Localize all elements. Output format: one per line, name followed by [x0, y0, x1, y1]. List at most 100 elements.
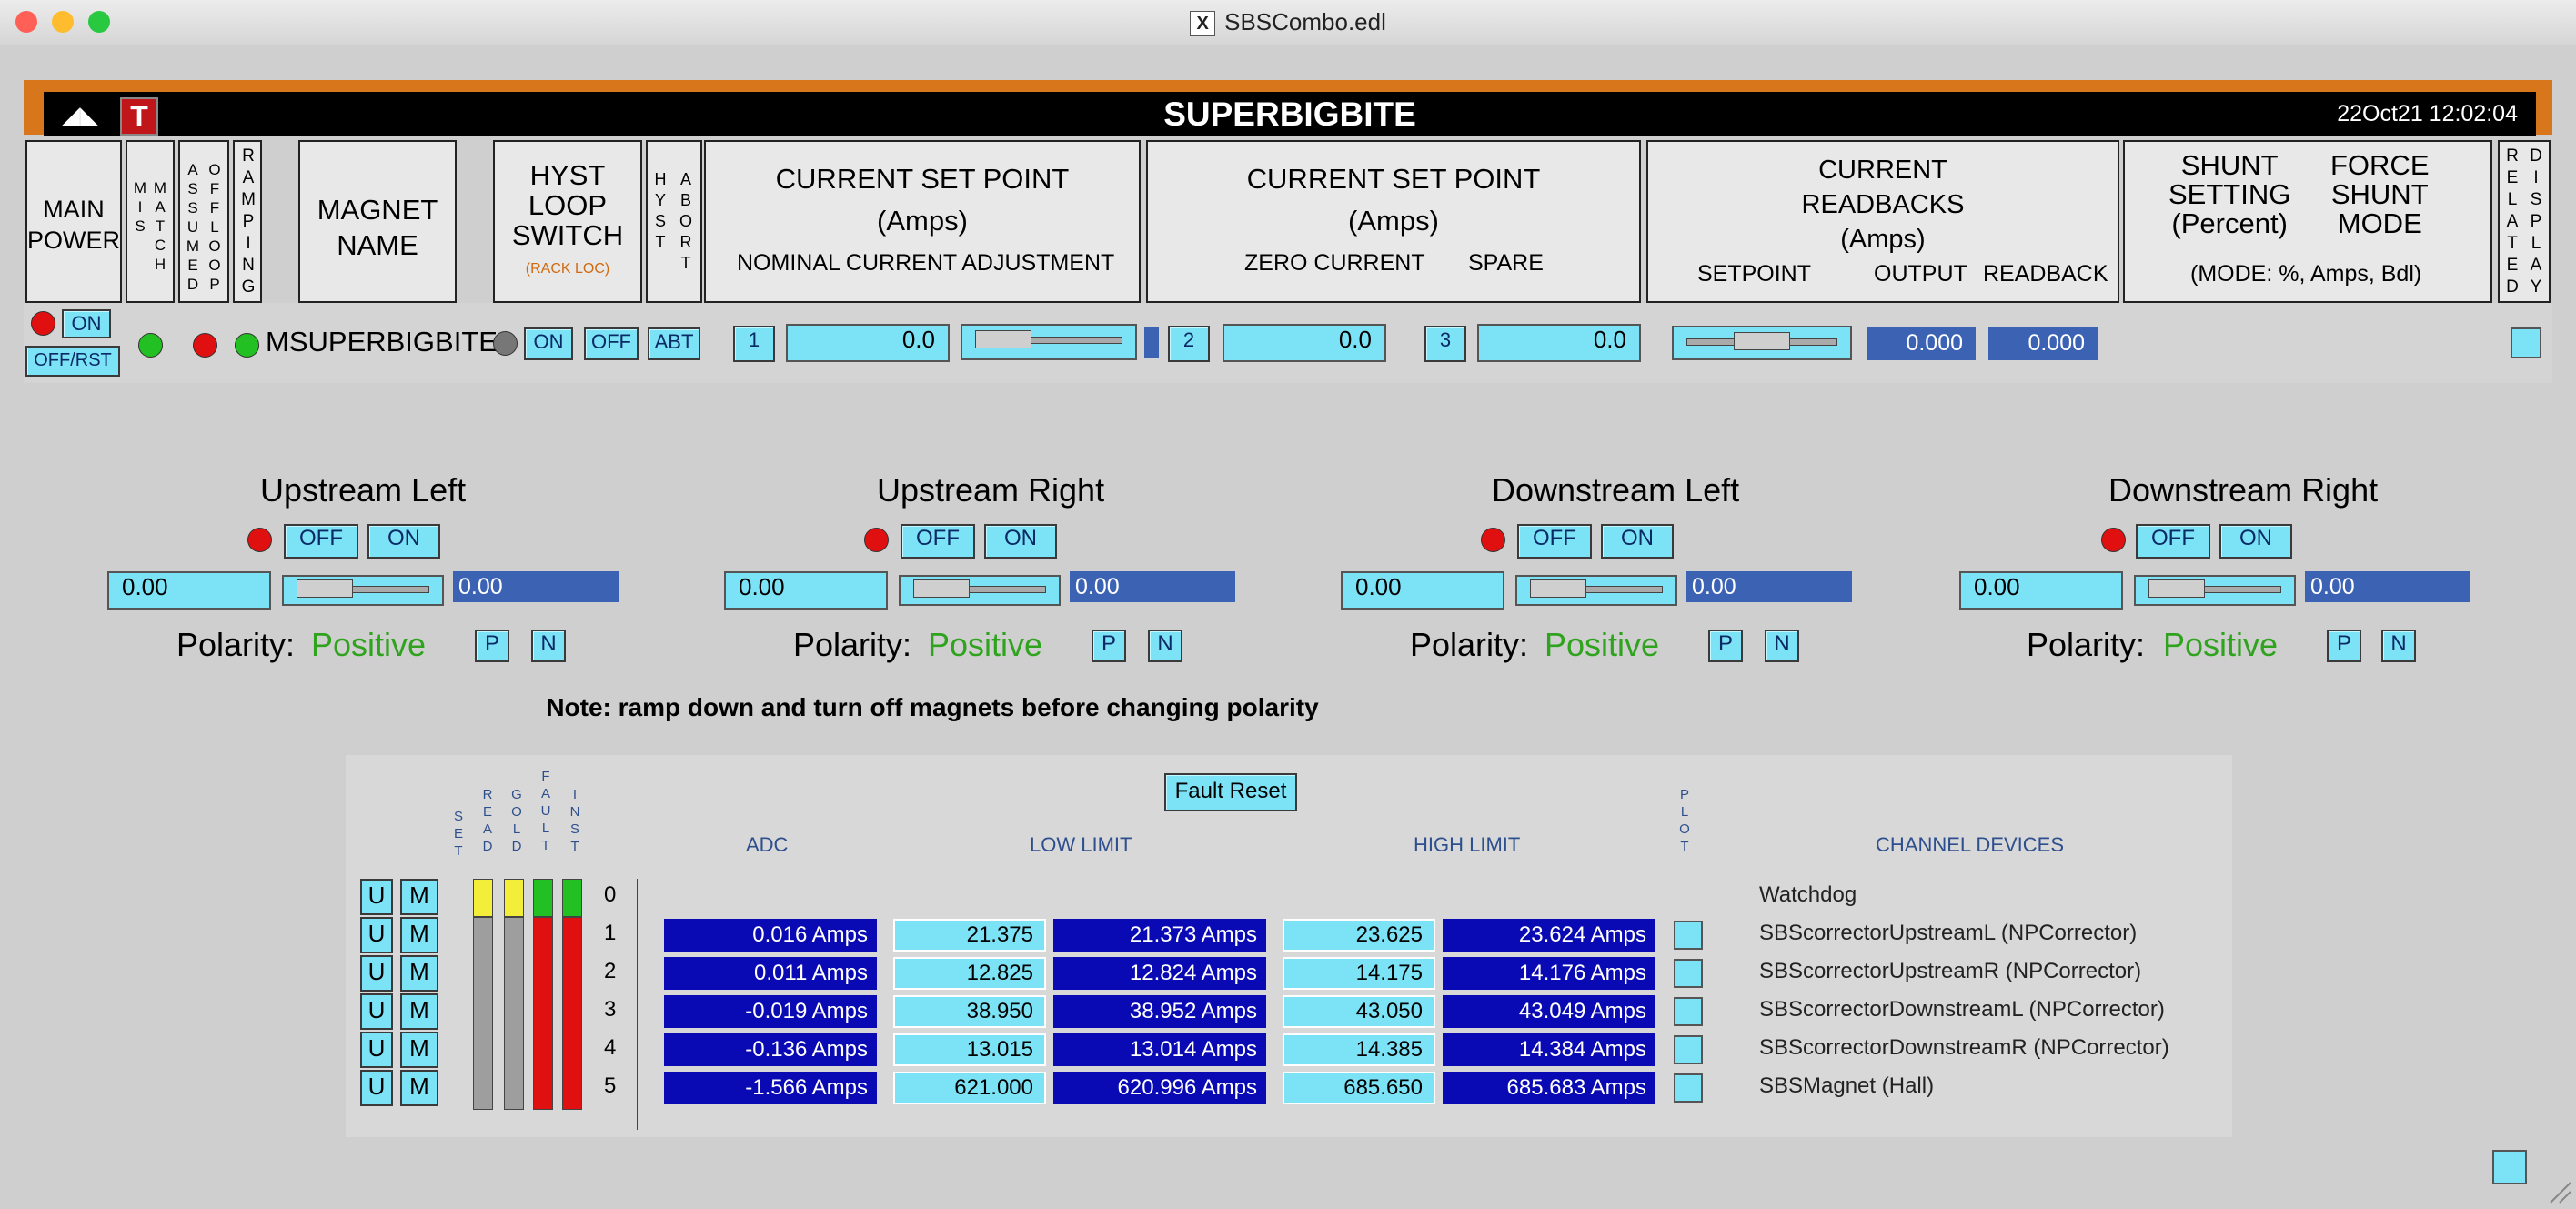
- resize-grip-icon[interactable]: [2547, 1179, 2572, 1204]
- low-limit-readback: 38.952 Amps: [1053, 995, 1266, 1028]
- low-limit-setpoint[interactable]: 38.950: [893, 995, 1046, 1028]
- col-fault: FAULT: [540, 769, 551, 853]
- polarity-label: Polarity:: [176, 626, 296, 663]
- magnet-setpoint-slider[interactable]: [2134, 575, 2296, 606]
- magnet-setpoint-field[interactable]: 0.00: [724, 571, 888, 610]
- low-limit-setpoint[interactable]: 21.375: [893, 919, 1046, 952]
- high-limit-setpoint[interactable]: 43.050: [1283, 995, 1435, 1028]
- high-limit-setpoint[interactable]: 23.625: [1283, 919, 1435, 952]
- polarity-negative-button[interactable]: N: [2381, 630, 2416, 662]
- m-button[interactable]: M: [400, 879, 438, 915]
- polarity-negative-button[interactable]: N: [1148, 630, 1182, 662]
- col-adc: ADC: [746, 833, 789, 856]
- fault-status-column: [533, 917, 553, 1110]
- main-power-led: [31, 311, 55, 336]
- magnet-status-led: [2101, 528, 2126, 552]
- spare-field[interactable]: 0.0: [1477, 324, 1641, 362]
- high-limit-readback: 43.049 Amps: [1443, 995, 1655, 1028]
- nominal-current-field[interactable]: 0.0: [786, 324, 950, 362]
- header-ramping: RAMPING: [233, 140, 262, 303]
- channel-device: Watchdog: [1759, 882, 1857, 907]
- magnet-readback: 0.00: [1686, 571, 1852, 602]
- m-button[interactable]: M: [400, 1032, 438, 1068]
- u-button[interactable]: U: [360, 993, 393, 1030]
- adc-readout: 0.011 Amps: [664, 957, 877, 990]
- magnet-status-led: [864, 528, 889, 552]
- u-button[interactable]: U: [360, 955, 393, 992]
- plot-checkbox[interactable]: [1674, 959, 1703, 988]
- magnet-readback: 0.00: [1070, 571, 1235, 602]
- read-status: [473, 879, 493, 917]
- u-button[interactable]: U: [360, 1070, 393, 1106]
- high-limit-readback: 14.176 Amps: [1443, 957, 1655, 990]
- plot-checkbox[interactable]: [1674, 997, 1703, 1026]
- output-readback: 0.000: [1867, 327, 1976, 360]
- magnet-title: Upstream Left: [260, 471, 467, 509]
- main-power-off-rst-button[interactable]: OFF/RST: [25, 346, 120, 377]
- magnet-on-button[interactable]: ON: [367, 524, 440, 559]
- low-limit-setpoint[interactable]: 13.015: [893, 1033, 1046, 1066]
- polarity-positive-button[interactable]: P: [1708, 630, 1743, 662]
- header-main-power: MAIN POWER: [25, 140, 122, 303]
- hyst-on-button[interactable]: ON: [524, 327, 573, 360]
- hyst-switch-led: [493, 331, 518, 356]
- high-limit-setpoint[interactable]: 685.650: [1283, 1072, 1435, 1104]
- setpoint-readback-slider[interactable]: [1672, 326, 1852, 360]
- magnet-on-button[interactable]: ON: [984, 524, 1057, 559]
- m-button[interactable]: M: [400, 955, 438, 992]
- magnet-off-button[interactable]: OFF: [2136, 524, 2210, 559]
- magnet-off-button[interactable]: OFF: [1517, 524, 1592, 559]
- magnet-setpoint-field[interactable]: 0.00: [1341, 571, 1504, 610]
- m-button[interactable]: M: [400, 1070, 438, 1106]
- magnet-off-button[interactable]: OFF: [901, 524, 975, 559]
- setpoint-1-button[interactable]: 1: [733, 326, 775, 362]
- fault-reset-button[interactable]: Fault Reset: [1164, 773, 1297, 811]
- low-limit-setpoint[interactable]: 12.825: [893, 957, 1046, 990]
- plot-checkbox[interactable]: [1674, 921, 1703, 950]
- polarity-positive-button[interactable]: P: [1092, 630, 1126, 662]
- high-limit-setpoint[interactable]: 14.385: [1283, 1033, 1435, 1066]
- channel-device: SBScorrectorUpstreamR (NPCorrector): [1759, 959, 2142, 983]
- high-limit-readback: 23.624 Amps: [1443, 919, 1655, 952]
- current-adjust-slider[interactable]: [961, 324, 1137, 360]
- row-number: 4: [604, 1035, 617, 1060]
- magnet-setpoint-slider[interactable]: [282, 575, 444, 606]
- magnet-setpoint-field[interactable]: 0.00: [107, 571, 271, 610]
- u-button[interactable]: U: [360, 879, 393, 915]
- polarity-negative-button[interactable]: N: [531, 630, 566, 662]
- zero-current-field[interactable]: 0.0: [1223, 324, 1386, 362]
- magnet-setpoint-slider[interactable]: [1515, 575, 1677, 606]
- setpoint-2-button[interactable]: 2: [1168, 326, 1210, 362]
- magnet-off-button[interactable]: OFF: [284, 524, 358, 559]
- polarity-positive-button[interactable]: P: [2327, 630, 2361, 662]
- polarity-negative-button[interactable]: N: [1765, 630, 1799, 662]
- low-limit-readback: 620.996 Amps: [1053, 1072, 1266, 1104]
- u-button[interactable]: U: [360, 917, 393, 953]
- plot-checkbox[interactable]: [1674, 1073, 1703, 1103]
- inst-status: [562, 879, 582, 917]
- magnet-setpoint-field[interactable]: 0.00: [1959, 571, 2123, 610]
- low-limit-setpoint[interactable]: 621.000: [893, 1072, 1046, 1104]
- plot-checkbox[interactable]: [1674, 1035, 1703, 1064]
- abort-button[interactable]: ABT: [648, 327, 700, 360]
- corner-button[interactable]: [2492, 1150, 2527, 1184]
- hyst-off-button[interactable]: OFF: [584, 327, 639, 360]
- magnet-on-button[interactable]: ON: [1601, 524, 1674, 559]
- magnet-setpoint-slider[interactable]: [899, 575, 1061, 606]
- high-limit-setpoint[interactable]: 14.175: [1283, 957, 1435, 990]
- u-button[interactable]: U: [360, 1032, 393, 1068]
- polarity-value: Positive: [311, 626, 427, 663]
- polarity-positive-button[interactable]: P: [475, 630, 509, 662]
- m-button[interactable]: M: [400, 993, 438, 1030]
- header-current-set-point-1: CURRENT SET POINT (Amps) NOMINAL CURRENT…: [704, 140, 1141, 303]
- magnet-on-button[interactable]: ON: [2219, 524, 2292, 559]
- channel-device: SBScorrectorUpstreamL (NPCorrector): [1759, 921, 2138, 945]
- m-button[interactable]: M: [400, 917, 438, 953]
- inst-status-column: [562, 917, 582, 1110]
- low-limit-readback: 21.373 Amps: [1053, 919, 1266, 952]
- magnet-status-led: [1481, 528, 1505, 552]
- related-display-button[interactable]: [2511, 327, 2541, 358]
- setpoint-3-button[interactable]: 3: [1424, 326, 1466, 362]
- main-power-on-button[interactable]: ON: [62, 309, 111, 338]
- header-assumed: ASSUMED OFFLOOP: [178, 140, 229, 303]
